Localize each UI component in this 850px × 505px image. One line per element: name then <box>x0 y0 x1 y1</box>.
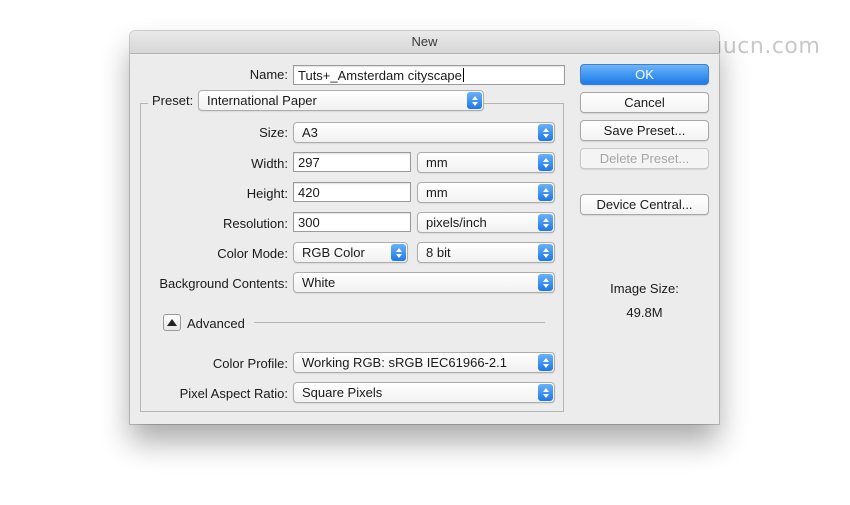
background-contents-value: White <box>302 275 336 290</box>
preset-select-arrows-icon <box>467 92 482 109</box>
width-unit-arrows-icon <box>538 154 553 171</box>
pixel-aspect-ratio-arrows-icon <box>538 384 553 401</box>
color-profile-label: Color Profile: <box>212 356 288 371</box>
bit-depth-arrows-icon <box>538 244 553 261</box>
width-label: Width: <box>251 156 288 171</box>
height-input[interactable]: 420 <box>293 182 411 202</box>
pixel-aspect-ratio-value: Square Pixels <box>302 385 383 400</box>
height-label: Height: <box>246 186 288 201</box>
bit-depth-value: 8 bit <box>426 245 451 260</box>
background-contents-select[interactable]: White <box>293 272 555 293</box>
bit-depth-select[interactable]: 8 bit <box>417 242 555 263</box>
background-contents-arrows-icon <box>538 274 553 291</box>
device-central-button[interactable]: Device Central... <box>580 194 709 215</box>
color-mode-value: RGB Color <box>302 245 365 260</box>
advanced-divider <box>254 322 545 323</box>
resolution-unit-select[interactable]: pixels/inch <box>417 212 555 233</box>
delete-preset-button[interactable]: Delete Preset... <box>580 148 709 169</box>
width-unit-select[interactable]: mm <box>417 152 555 173</box>
name-label: Name: <box>249 67 288 82</box>
resolution-label: Resolution: <box>222 216 288 231</box>
width-input[interactable]: 297 <box>293 152 411 172</box>
color-mode-select[interactable]: RGB Color <box>293 242 408 263</box>
cancel-button[interactable]: Cancel <box>580 92 709 113</box>
color-profile-select[interactable]: Working RGB: sRGB IEC61966-2.1 <box>293 352 555 373</box>
color-profile-arrows-icon <box>538 354 553 371</box>
color-profile-value: Working RGB: sRGB IEC61966-2.1 <box>302 355 507 370</box>
resolution-unit-arrows-icon <box>538 214 553 231</box>
dialog-title: New <box>130 31 719 54</box>
pixel-aspect-ratio-label: Pixel Aspect Ratio: <box>179 386 288 401</box>
width-unit-value: mm <box>426 155 448 170</box>
background-contents-label: Background Contents: <box>159 276 288 291</box>
size-label: Size: <box>259 125 288 140</box>
size-select[interactable]: A3 <box>293 122 555 143</box>
advanced-disclosure-triangle-icon[interactable] <box>163 314 181 331</box>
advanced-label: Advanced <box>187 316 245 331</box>
pixel-aspect-ratio-select[interactable]: Square Pixels <box>293 382 555 403</box>
color-mode-label: Color Mode: <box>217 246 288 261</box>
ok-button[interactable]: OK <box>580 64 709 85</box>
color-mode-arrows-icon <box>391 244 406 261</box>
height-unit-select[interactable]: mm <box>417 182 555 203</box>
preset-select[interactable]: International Paper <box>198 90 484 111</box>
image-size-value: 49.8M <box>626 305 663 320</box>
preset-select-value: International Paper <box>207 93 317 108</box>
name-input[interactable]: Tuts+_Amsterdam cityscape <box>293 65 565 85</box>
resolution-unit-value: pixels/inch <box>426 215 487 230</box>
name-input-value: Tuts+_Amsterdam cityscape <box>298 68 462 83</box>
height-unit-arrows-icon <box>538 184 553 201</box>
resolution-input[interactable]: 300 <box>293 212 411 232</box>
preset-label: Preset: <box>148 93 200 108</box>
image-size-label: Image Size: <box>610 281 679 296</box>
save-preset-button[interactable]: Save Preset... <box>580 120 709 141</box>
height-unit-value: mm <box>426 185 448 200</box>
new-document-dialog: New Name: Tuts+_Amsterdam cityscape Pres… <box>130 31 719 424</box>
size-select-arrows-icon <box>538 124 553 141</box>
size-select-value: A3 <box>302 125 318 140</box>
text-caret <box>462 68 464 82</box>
